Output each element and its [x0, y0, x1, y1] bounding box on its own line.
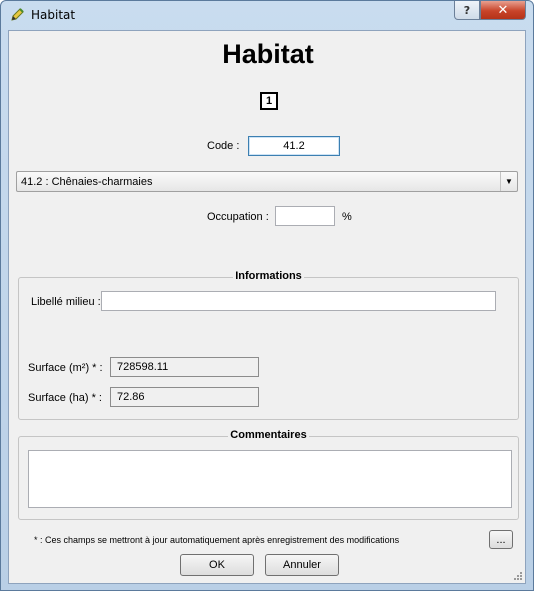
- page-title: Habitat: [222, 39, 314, 69]
- dialog-window: Habitat ? ✕ Habitat 1 Code : 41.2 41.2 :…: [0, 0, 534, 591]
- ok-button[interactable]: OK: [180, 554, 254, 576]
- code-label: Code :: [207, 140, 240, 152]
- resize-grip-icon[interactable]: [513, 571, 523, 581]
- surface-m2-label: Surface (m²) * :: [28, 362, 103, 374]
- close-button[interactable]: ✕: [480, 1, 526, 20]
- commentaires-textarea[interactable]: [28, 450, 512, 508]
- title-bar[interactable]: Habitat ? ✕: [1, 1, 533, 29]
- commentaires-group: Commentaires: [18, 429, 519, 520]
- help-button[interactable]: ?: [454, 1, 480, 20]
- window-title: Habitat: [31, 8, 76, 22]
- occupation-unit: %: [342, 211, 352, 223]
- habitat-select[interactable]: 41.2 : Chênaies-charmaies ▼: [16, 171, 518, 192]
- footnote: * : Ces champs se mettront à jour automa…: [34, 535, 400, 545]
- informations-title: Informations: [233, 270, 304, 282]
- habitat-select-value: 41.2 : Chênaies-charmaies: [21, 176, 153, 188]
- surface-ha-field: 72.86: [110, 387, 259, 407]
- record-id-box: 1: [260, 92, 278, 110]
- libelle-input[interactable]: [101, 291, 496, 311]
- libelle-label: Libellé milieu :: [31, 296, 101, 308]
- chevron-down-icon[interactable]: ▼: [500, 172, 517, 191]
- occupation-input[interactable]: [275, 206, 335, 226]
- code-input[interactable]: 41.2: [248, 136, 340, 156]
- more-button[interactable]: ...: [489, 530, 513, 549]
- cancel-button[interactable]: Annuler: [265, 554, 339, 576]
- occupation-label: Occupation :: [207, 211, 269, 223]
- dialog-body: Habitat 1 Code : 41.2 41.2 : Chênaies-ch…: [8, 30, 526, 584]
- informations-group: Informations Libellé milieu : Surface (m…: [18, 270, 519, 420]
- commentaires-title: Commentaires: [228, 429, 309, 441]
- close-icon: ✕: [497, 2, 509, 18]
- surface-ha-label: Surface (ha) * :: [28, 392, 102, 404]
- surface-m2-field: 728598.11: [110, 357, 259, 377]
- help-icon: ?: [463, 3, 471, 17]
- pencil-icon: [9, 7, 25, 23]
